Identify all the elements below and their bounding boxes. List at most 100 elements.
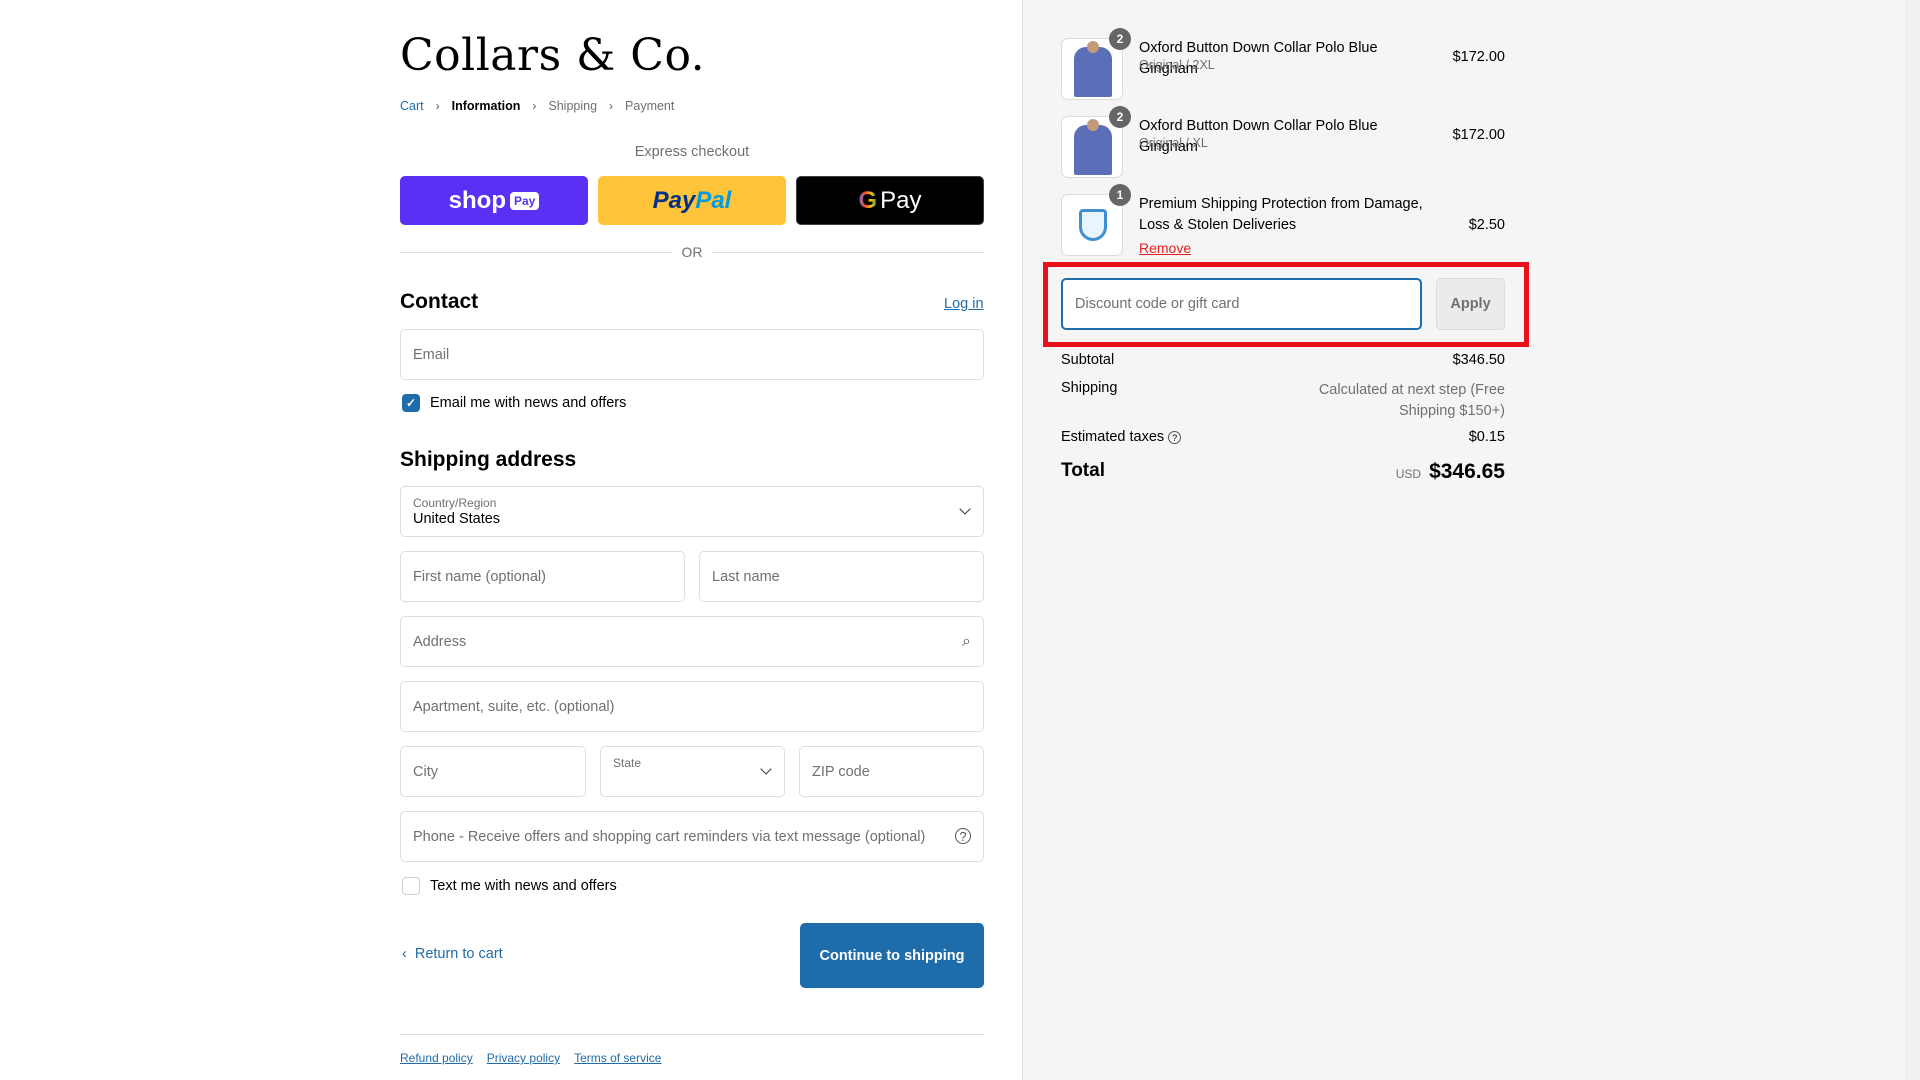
shipping-address-heading: Shipping address bbox=[400, 448, 577, 471]
continue-to-shipping-button[interactable]: Continue to shipping bbox=[800, 923, 984, 988]
shop-pay-button[interactable]: shop Pay bbox=[400, 176, 588, 225]
shop-pay-tag: Pay bbox=[509, 191, 540, 210]
taxes-label-group: Estimated taxes? bbox=[1061, 429, 1182, 445]
apartment-field[interactable] bbox=[400, 681, 984, 732]
help-icon[interactable]: ? bbox=[955, 828, 971, 844]
taxes-row: Estimated taxes? $0.15 bbox=[1061, 429, 1505, 449]
item-variant: Original / XL bbox=[1139, 136, 1208, 150]
chevron-right-icon: › bbox=[609, 99, 614, 113]
google-pay-button[interactable]: G Pay bbox=[796, 176, 984, 225]
paypal-label-b: Pal bbox=[695, 186, 732, 214]
item-variant: Original / 2XL bbox=[1139, 58, 1215, 72]
last-name-field[interactable] bbox=[699, 551, 984, 602]
remove-link[interactable]: Remove bbox=[1139, 240, 1191, 256]
footer-links: Refund policy Privacy policy Terms of se… bbox=[400, 1051, 661, 1065]
phone-field[interactable]: ? bbox=[400, 811, 984, 862]
chevron-left-icon: ‹ bbox=[402, 946, 407, 962]
address-field[interactable]: ⌕ bbox=[400, 616, 984, 667]
search-icon: ⌕ bbox=[962, 633, 971, 650]
text-news-checkbox-row[interactable]: Text me with news and offers bbox=[402, 877, 617, 895]
taxes-label: Estimated taxes bbox=[1061, 429, 1165, 445]
breadcrumb-shipping: Shipping bbox=[548, 99, 598, 113]
email-news-checkbox-row[interactable]: ✓ Email me with news and offers bbox=[402, 394, 626, 412]
shirt-image bbox=[1074, 119, 1112, 175]
text-news-label: Text me with news and offers bbox=[430, 878, 617, 894]
zip-input[interactable] bbox=[800, 747, 983, 796]
shipping-value: Calculated at next step (Free Shipping $… bbox=[1318, 382, 1505, 419]
subtotal-value: $346.50 bbox=[1452, 352, 1505, 368]
email-input[interactable] bbox=[401, 330, 983, 379]
shirt-image bbox=[1074, 41, 1112, 97]
subtotal-row: Subtotal $346.50 bbox=[1061, 352, 1505, 372]
zip-field[interactable] bbox=[799, 746, 984, 797]
privacy-policy-link[interactable]: Privacy policy bbox=[487, 1051, 560, 1065]
breadcrumb-information: Information bbox=[451, 99, 521, 113]
total-row: Total USD $346.65 bbox=[1061, 460, 1505, 490]
city-input[interactable] bbox=[401, 747, 585, 796]
subtotal-label: Subtotal bbox=[1061, 352, 1115, 368]
taxes-value: $0.15 bbox=[1468, 429, 1505, 445]
email-field[interactable] bbox=[400, 329, 984, 380]
google-pay-label: Pay bbox=[880, 186, 922, 214]
breadcrumb-payment: Payment bbox=[625, 99, 675, 113]
brand-logo[interactable]: Collars & Co. bbox=[400, 30, 705, 81]
last-name-input[interactable] bbox=[700, 552, 983, 601]
first-name-input[interactable] bbox=[401, 552, 684, 601]
express-checkout-title: Express checkout bbox=[634, 144, 750, 160]
contact-heading: Contact bbox=[400, 290, 479, 313]
order-item: 2 Oxford Button Down Collar Polo Blue Gi… bbox=[1061, 28, 1505, 102]
breadcrumb-cart[interactable]: Cart bbox=[400, 99, 424, 113]
scrollbar[interactable] bbox=[1906, 0, 1920, 1080]
text-news-checkbox[interactable] bbox=[402, 877, 420, 895]
state-label: State bbox=[613, 756, 642, 770]
shop-pay-label: shop bbox=[448, 186, 506, 214]
state-select[interactable]: State bbox=[600, 746, 785, 797]
google-g-icon: G bbox=[858, 186, 878, 214]
item-price: $2.50 bbox=[1468, 217, 1505, 233]
total-value-group: USD $346.65 bbox=[1396, 460, 1505, 484]
checkout-form-panel: Collars & Co. Cart › Information › Shipp… bbox=[0, 0, 1022, 1080]
return-to-cart-link[interactable]: ‹ Return to cart bbox=[402, 946, 503, 962]
item-name: Premium Shipping Protection from Damage,… bbox=[1139, 196, 1423, 233]
email-news-checkbox[interactable]: ✓ bbox=[402, 394, 420, 412]
help-icon[interactable]: ? bbox=[1168, 430, 1182, 444]
chevron-right-icon: › bbox=[435, 99, 440, 113]
quantity-badge: 2 bbox=[1109, 106, 1131, 128]
login-link[interactable]: Log in bbox=[944, 296, 984, 312]
country-select[interactable]: Country/Region United States bbox=[400, 486, 984, 537]
apply-discount-button[interactable]: Apply bbox=[1436, 278, 1505, 330]
phone-input[interactable] bbox=[401, 812, 983, 861]
city-field[interactable] bbox=[400, 746, 586, 797]
country-label: Country/Region bbox=[413, 496, 497, 510]
quantity-badge: 1 bbox=[1109, 184, 1131, 206]
or-separator: OR bbox=[672, 244, 712, 260]
chevron-down-icon bbox=[760, 763, 772, 775]
email-news-label: Email me with news and offers bbox=[430, 395, 627, 411]
item-price: $172.00 bbox=[1452, 127, 1505, 143]
shield-icon bbox=[1079, 209, 1107, 241]
paypal-label-a: Pay bbox=[652, 186, 696, 214]
return-to-cart-label: Return to cart bbox=[414, 946, 503, 962]
currency-code: USD bbox=[1395, 467, 1422, 481]
country-value: United States bbox=[413, 511, 501, 527]
paypal-button[interactable]: Pay Pal bbox=[598, 176, 786, 225]
breadcrumb: Cart › Information › Shipping › Payment bbox=[400, 99, 674, 113]
apartment-input[interactable] bbox=[401, 682, 983, 731]
shipping-label: Shipping bbox=[1061, 380, 1118, 396]
quantity-badge: 2 bbox=[1109, 28, 1131, 50]
divider bbox=[400, 1034, 984, 1035]
discount-code-field[interactable] bbox=[1061, 278, 1422, 330]
item-price: $172.00 bbox=[1452, 49, 1505, 65]
order-item: 1 Premium Shipping Protection from Damag… bbox=[1061, 184, 1505, 258]
chevron-down-icon bbox=[959, 503, 971, 515]
first-name-field[interactable] bbox=[400, 551, 685, 602]
refund-policy-link[interactable]: Refund policy bbox=[400, 1051, 473, 1065]
chevron-right-icon: › bbox=[532, 99, 537, 113]
order-item: 2 Oxford Button Down Collar Polo Blue Gi… bbox=[1061, 106, 1505, 180]
total-amount: $346.65 bbox=[1429, 460, 1505, 483]
terms-of-service-link[interactable]: Terms of service bbox=[574, 1051, 661, 1065]
total-label: Total bbox=[1061, 460, 1105, 481]
shipping-row: Shipping Calculated at next step (Free S… bbox=[1061, 380, 1505, 422]
discount-code-input[interactable] bbox=[1063, 280, 1420, 328]
address-input[interactable] bbox=[401, 617, 983, 666]
